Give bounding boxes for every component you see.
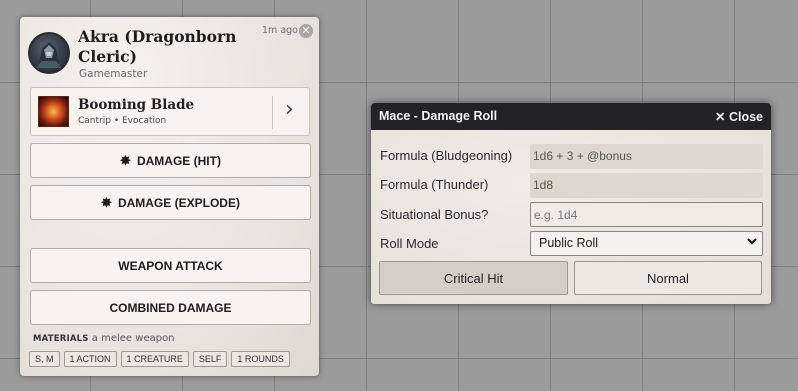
weapon-attack-label: WEAPON ATTACK bbox=[118, 258, 223, 273]
formula-thunder-label: Formula (Thunder) bbox=[380, 177, 489, 192]
combined-damage-label: COMBINED DAMAGE bbox=[109, 300, 232, 315]
spell-subtitle: Cantrip • Evocation bbox=[78, 116, 167, 126]
delete-message-icon[interactable]: ✕ bbox=[299, 24, 313, 38]
chevron-right-icon[interactable]: › bbox=[285, 98, 294, 122]
spell-tags: S, M 1 ACTION 1 CREATURE SELF 1 ROUNDS bbox=[29, 351, 290, 367]
formula-bludgeoning-field: 1d6 + 3 + @bonus bbox=[530, 144, 763, 169]
dialog-header[interactable]: Mace - Damage Roll ✕ Close bbox=[371, 103, 771, 130]
tag-range: SELF bbox=[192, 351, 228, 367]
damage-hit-button[interactable]: ✸ DAMAGE (HIT) bbox=[30, 143, 311, 178]
situational-bonus-label: Situational Bonus? bbox=[380, 207, 489, 222]
tag-duration: 1 ROUNDS bbox=[231, 351, 290, 367]
close-label: Close bbox=[728, 110, 763, 124]
damage-roll-dialog: Mace - Damage Roll ✕ Close Formula (Blud… bbox=[371, 103, 771, 304]
dialog-title: Mace - Damage Roll bbox=[379, 109, 498, 123]
normal-button[interactable]: Normal bbox=[574, 261, 762, 295]
dialog-close-button[interactable]: ✕ Close bbox=[715, 109, 763, 124]
tag-target: 1 CREATURE bbox=[120, 351, 189, 367]
materials-label: MATERIALS bbox=[33, 334, 89, 344]
roll-mode-select[interactable]: Public Roll bbox=[530, 231, 763, 256]
critical-hit-button[interactable]: Critical Hit bbox=[379, 261, 568, 295]
damage-hit-label: DAMAGE (HIT) bbox=[136, 153, 221, 168]
tag-components: S, M bbox=[29, 351, 60, 367]
burst-icon: ✸ bbox=[101, 194, 112, 210]
speaker-role: Gamemaster bbox=[79, 68, 148, 80]
burst-icon: ✸ bbox=[120, 152, 131, 168]
materials-value: a melee weapon bbox=[91, 333, 175, 344]
spell-divider bbox=[272, 96, 273, 129]
speaker-name: Akra (Dragonborn Cleric) bbox=[78, 27, 237, 66]
roll-mode-value: Public Roll bbox=[539, 236, 599, 250]
materials-line: MATERIALS a melee weapon bbox=[33, 333, 175, 344]
message-timestamp: 1m ago bbox=[262, 25, 298, 36]
speaker-avatar bbox=[28, 32, 70, 74]
formula-thunder-field: 1d8 bbox=[530, 173, 763, 198]
weapon-attack-button[interactable]: WEAPON ATTACK bbox=[30, 248, 311, 283]
chat-card: Akra (Dragonborn Cleric) Gamemaster 1m a… bbox=[20, 17, 319, 376]
combined-damage-button[interactable]: COMBINED DAMAGE bbox=[30, 290, 311, 325]
damage-explode-button[interactable]: ✸ DAMAGE (EXPLODE) bbox=[30, 185, 311, 220]
chevron-down-icon bbox=[746, 235, 758, 250]
roll-mode-label: Roll Mode bbox=[380, 236, 439, 251]
close-icon: ✕ bbox=[714, 110, 726, 124]
formula-bludgeoning-label: Formula (Bludgeoning) bbox=[380, 148, 513, 163]
spell-name: Booming Blade bbox=[78, 97, 195, 113]
spell-header[interactable]: Booming Blade Cantrip • Evocation › bbox=[30, 87, 310, 136]
tag-activation: 1 ACTION bbox=[63, 351, 117, 367]
booming-blade-icon bbox=[38, 96, 69, 127]
damage-explode-label: DAMAGE (EXPLODE) bbox=[117, 195, 240, 210]
situational-bonus-input[interactable]: e.g. 1d4 bbox=[530, 202, 763, 227]
